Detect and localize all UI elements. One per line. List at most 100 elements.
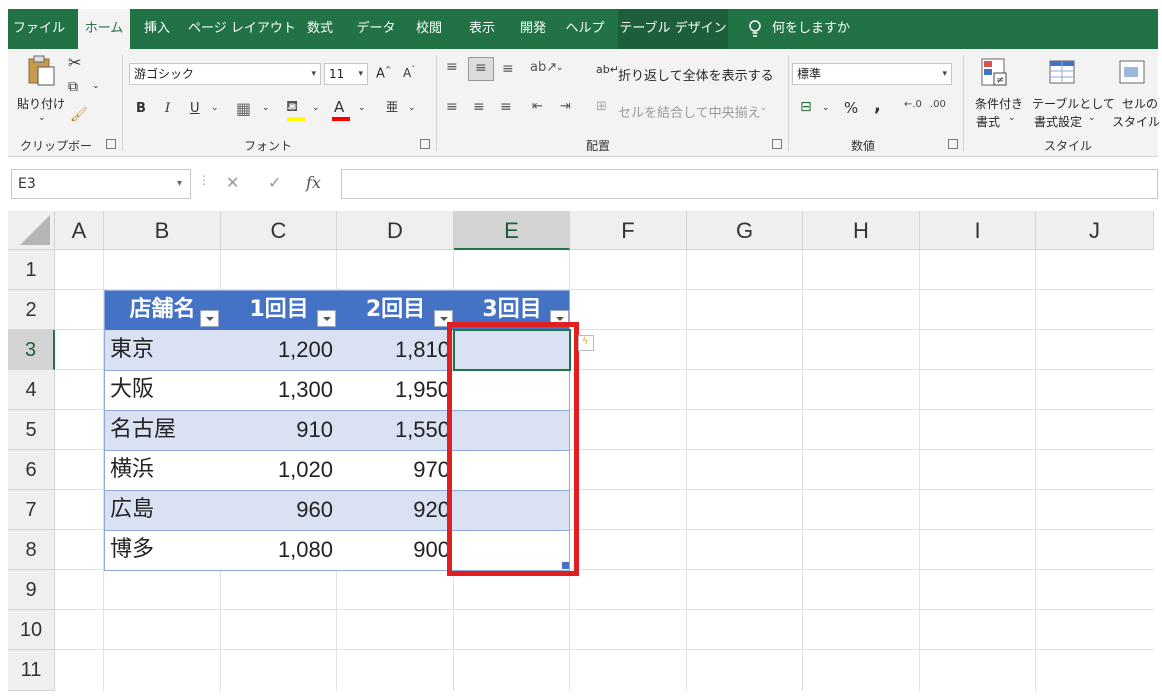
column-header-c[interactable]: C — [221, 211, 337, 250]
tab-file[interactable]: ファイル — [8, 9, 70, 49]
column-header-e[interactable]: E — [454, 211, 570, 250]
cell-d7[interactable]: 920 — [337, 490, 454, 530]
column-header-d[interactable]: D — [337, 211, 454, 250]
formula-input[interactable] — [341, 169, 1158, 199]
column-header-b[interactable]: B — [104, 211, 221, 250]
column-header-a[interactable]: A — [55, 211, 104, 250]
clipboard-launcher-icon[interactable] — [106, 139, 116, 149]
column-header-f[interactable]: F — [570, 211, 687, 250]
row-header-4[interactable]: 4 — [8, 370, 55, 410]
row-header-1[interactable]: 1 — [8, 250, 55, 290]
tab-table-design[interactable]: テーブル デザイン — [618, 9, 728, 49]
cancel-icon[interactable]: ✕ — [226, 173, 239, 192]
fill-color-dropdown-icon[interactable]: ⌄ — [312, 103, 320, 113]
merge-center-icon[interactable]: ⊞ — [596, 99, 607, 114]
row-header-6[interactable]: 6 — [8, 450, 55, 490]
percent-style-button[interactable]: % — [844, 99, 858, 117]
shrink-font-icon[interactable]: Aˇ — [403, 65, 415, 80]
fill-color-icon[interactable]: ⛾ — [286, 97, 298, 117]
accounting-format-icon[interactable]: ⊟ — [800, 99, 812, 115]
font-size-combo[interactable]: 11 ▾ — [324, 63, 368, 85]
cell-c7[interactable]: 960 — [221, 490, 337, 530]
comma-style-button[interactable]: , — [874, 95, 881, 116]
cell-c6[interactable]: 1,020 — [221, 450, 337, 490]
merge-center-button[interactable]: セルを結合して中央揃え — [618, 102, 761, 121]
copy-icon[interactable]: ⧉ — [68, 79, 78, 95]
italic-button[interactable]: I — [165, 101, 170, 116]
font-color-icon[interactable]: A — [334, 98, 344, 116]
cell-b8[interactable]: 博多 — [104, 530, 221, 570]
conditional-formatting-icon[interactable]: ≠ — [980, 57, 1010, 89]
cell-styles-button[interactable]: セルの — [1122, 95, 1158, 112]
cell-d3[interactable]: 1,810 — [337, 330, 454, 370]
increase-decimal-icon[interactable]: ←.0 — [904, 99, 922, 110]
row-header-7[interactable]: 7 — [8, 490, 55, 530]
cut-icon[interactable]: ✂ — [68, 53, 81, 72]
underline-dropdown-icon[interactable]: ⌄ — [211, 103, 219, 113]
cell-b4[interactable]: 大阪 — [104, 370, 221, 410]
tab-review[interactable]: 校閲 — [408, 9, 450, 49]
align-top-icon[interactable]: ≡ — [446, 59, 458, 75]
font-launcher-icon[interactable] — [420, 139, 430, 149]
cell-c5[interactable]: 910 — [221, 410, 337, 450]
cell-b7[interactable]: 広島 — [104, 490, 221, 530]
number-launcher-icon[interactable] — [948, 139, 958, 149]
row-header-2[interactable]: 2 — [8, 290, 55, 330]
tab-view[interactable]: 表示 — [460, 9, 504, 49]
align-center-icon[interactable]: ≡ — [473, 99, 485, 115]
tab-developer[interactable]: 開発 — [511, 9, 555, 49]
cell-c8[interactable]: 1,080 — [221, 530, 337, 570]
phonetic-guide-icon[interactable]: 亜 — [386, 98, 398, 115]
name-box[interactable]: E3 ▾ — [11, 169, 191, 199]
align-bottom-icon[interactable]: ≡ — [502, 61, 514, 77]
decrease-decimal-icon[interactable]: .00 — [930, 99, 946, 110]
grow-font-icon[interactable]: A^ — [376, 65, 392, 81]
cell-d5[interactable]: 1,550 — [337, 410, 454, 450]
cell-b3[interactable]: 東京 — [104, 330, 221, 370]
number-format-combo[interactable]: 標準 ▾ — [792, 63, 952, 85]
orientation-icon[interactable]: ab↗ — [530, 60, 557, 75]
row-header-9[interactable]: 9 — [8, 570, 55, 610]
copy-dropdown-icon[interactable]: ⌄ — [92, 81, 100, 91]
merge-dropdown-icon[interactable]: ⌄ — [760, 103, 768, 113]
align-left-icon[interactable]: ≡ — [446, 99, 458, 115]
cell-b6[interactable]: 横浜 — [104, 450, 221, 490]
increase-indent-icon[interactable]: ⇥ — [560, 99, 571, 114]
paste-button[interactable]: 貼り付け — [17, 95, 65, 112]
decrease-indent-icon[interactable]: ⇤ — [532, 99, 543, 114]
row-header-5[interactable]: 5 — [8, 410, 55, 450]
alignment-launcher-icon[interactable] — [772, 139, 782, 149]
font-name-combo[interactable]: 游ゴシック ▾ — [129, 63, 321, 85]
column-header-j[interactable]: J — [1036, 211, 1154, 250]
select-all-button[interactable] — [8, 211, 55, 250]
tab-formulas[interactable]: 数式 — [300, 9, 340, 49]
tab-data[interactable]: データ — [350, 9, 402, 49]
row-header-11[interactable]: 11 — [8, 650, 55, 691]
borders-dropdown-icon[interactable]: ⌄ — [262, 103, 270, 113]
tab-page-layout[interactable]: ページ レイアウト — [188, 9, 296, 49]
borders-icon[interactable]: ▦ — [236, 99, 251, 118]
paste-dropdown-icon[interactable]: ⌄ — [38, 113, 46, 123]
row-header-3[interactable]: 3 — [8, 330, 55, 370]
paste-icon[interactable] — [26, 55, 56, 87]
bold-button[interactable]: B — [136, 101, 146, 116]
cell-d4[interactable]: 1,950 — [337, 370, 454, 410]
accounting-dropdown-icon[interactable]: ⌄ — [822, 103, 830, 113]
row-header-8[interactable]: 8 — [8, 530, 55, 570]
orientation-dropdown-icon[interactable]: ⌄ — [556, 63, 564, 73]
insert-function-icon[interactable]: fx — [306, 173, 321, 192]
underline-button[interactable]: U — [190, 101, 200, 116]
column-header-g[interactable]: G — [687, 211, 803, 250]
cell-d6[interactable]: 970 — [337, 450, 454, 490]
format-as-table-button[interactable]: テーブルとして — [1032, 95, 1115, 112]
wrap-text-button[interactable]: 折り返して全体を表示する — [618, 65, 774, 84]
column-header-h[interactable]: H — [803, 211, 920, 250]
cell-c3[interactable]: 1,200 — [221, 330, 337, 370]
tab-insert[interactable]: 挿入 — [136, 9, 178, 49]
cell-d8[interactable]: 900 — [337, 530, 454, 570]
tab-help[interactable]: ヘルプ — [563, 9, 607, 49]
font-color-dropdown-icon[interactable]: ⌄ — [358, 103, 366, 113]
tab-home[interactable]: ホーム — [78, 9, 130, 49]
format-painter-icon[interactable]: 🖌 — [70, 107, 88, 123]
column-header-i[interactable]: I — [920, 211, 1036, 250]
